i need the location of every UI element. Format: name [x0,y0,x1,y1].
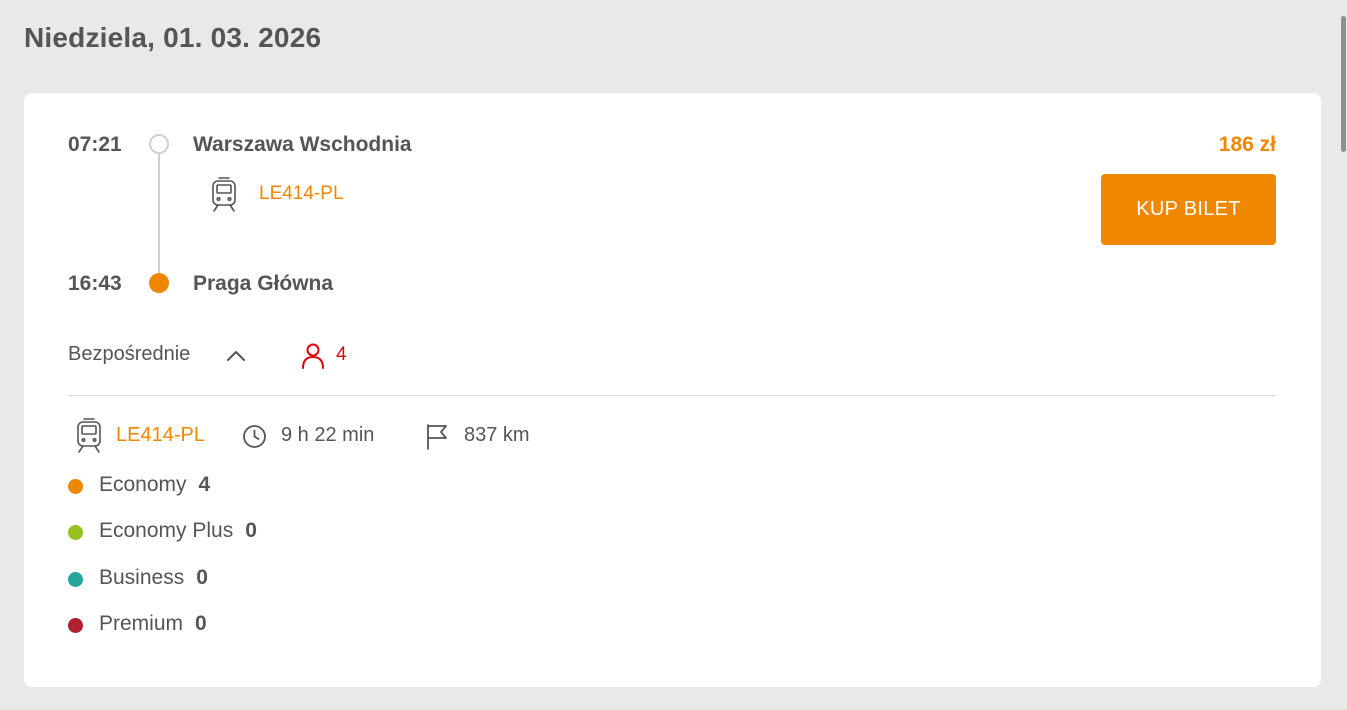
class-name: Business [99,566,185,589]
class-count: 0 [196,566,208,589]
economy-dot [68,479,83,494]
flag-icon [425,423,449,456]
journey-duration: 9 h 22 min [281,424,375,446]
class-name: Economy Plus [99,519,234,542]
class-name: Economy [99,473,187,496]
departure-time: 07:21 [68,133,122,156]
train-icon [210,176,238,219]
chevron-up-icon[interactable] [225,348,247,367]
passenger-count: 4 [336,344,347,365]
class-count: 4 [198,473,211,496]
page-scrollbar[interactable] [1340,0,1347,710]
person-icon [301,342,325,375]
departure-station: Warszawa Wschodnia [193,133,412,156]
route-line [158,154,160,273]
class-count: 0 [195,612,207,635]
scrollbar-thumb[interactable] [1341,16,1346,152]
business-dot [68,572,83,587]
arrival-time: 16:43 [68,272,122,295]
divider [68,395,1276,396]
train-icon [75,417,103,460]
date-heading: Niedziela, 01. 03. 2026 [24,22,322,53]
departure-dot [149,134,169,154]
premium-dot [68,618,83,633]
arrival-station: Praga Główna [193,272,334,295]
journey-distance: 837 km [464,424,530,446]
journey-card: 07:21 Warszawa Wschodnia LE414-PL 16:43 … [24,93,1321,687]
arrival-dot [149,273,169,293]
class-count: 0 [245,519,257,542]
economy-plus-dot [68,525,83,540]
class-name: Premium [99,612,184,635]
buy-ticket-button[interactable]: KUP BILET [1101,174,1276,245]
train-number-link[interactable]: LE414-PL [259,183,344,205]
detail-train-number-link[interactable]: LE414-PL [116,424,205,447]
connection-type-label[interactable]: Bezpośrednie [68,343,190,366]
ticket-price: 186 zł [1218,133,1276,156]
clock-icon [242,424,267,454]
